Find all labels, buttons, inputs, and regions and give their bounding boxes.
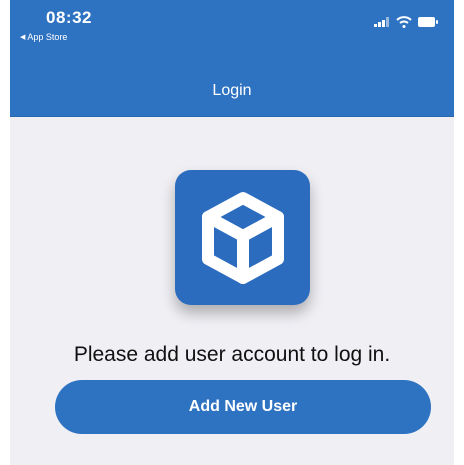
login-prompt: Please add user account to log in. <box>73 343 391 366</box>
app-logo <box>175 170 310 305</box>
phone-screen: 08:32 ◀ App Store Login Please add user … <box>10 0 454 465</box>
status-time: 08:32 <box>46 8 92 27</box>
status-icons <box>374 16 438 28</box>
page-title: Login <box>212 82 252 99</box>
signal-icon <box>374 17 389 27</box>
wifi-icon <box>396 16 412 28</box>
back-app-label: App Store <box>27 32 68 42</box>
back-to-app-store-link[interactable]: ◀ App Store <box>20 32 67 42</box>
add-new-user-button[interactable]: Add New User <box>55 380 431 434</box>
status-bar: 08:32 ◀ App Store <box>10 0 454 66</box>
cube-icon <box>201 191 284 284</box>
navigation-bar: Login <box>10 66 454 117</box>
battery-icon <box>418 17 438 27</box>
back-arrow-icon: ◀ <box>20 34 26 41</box>
